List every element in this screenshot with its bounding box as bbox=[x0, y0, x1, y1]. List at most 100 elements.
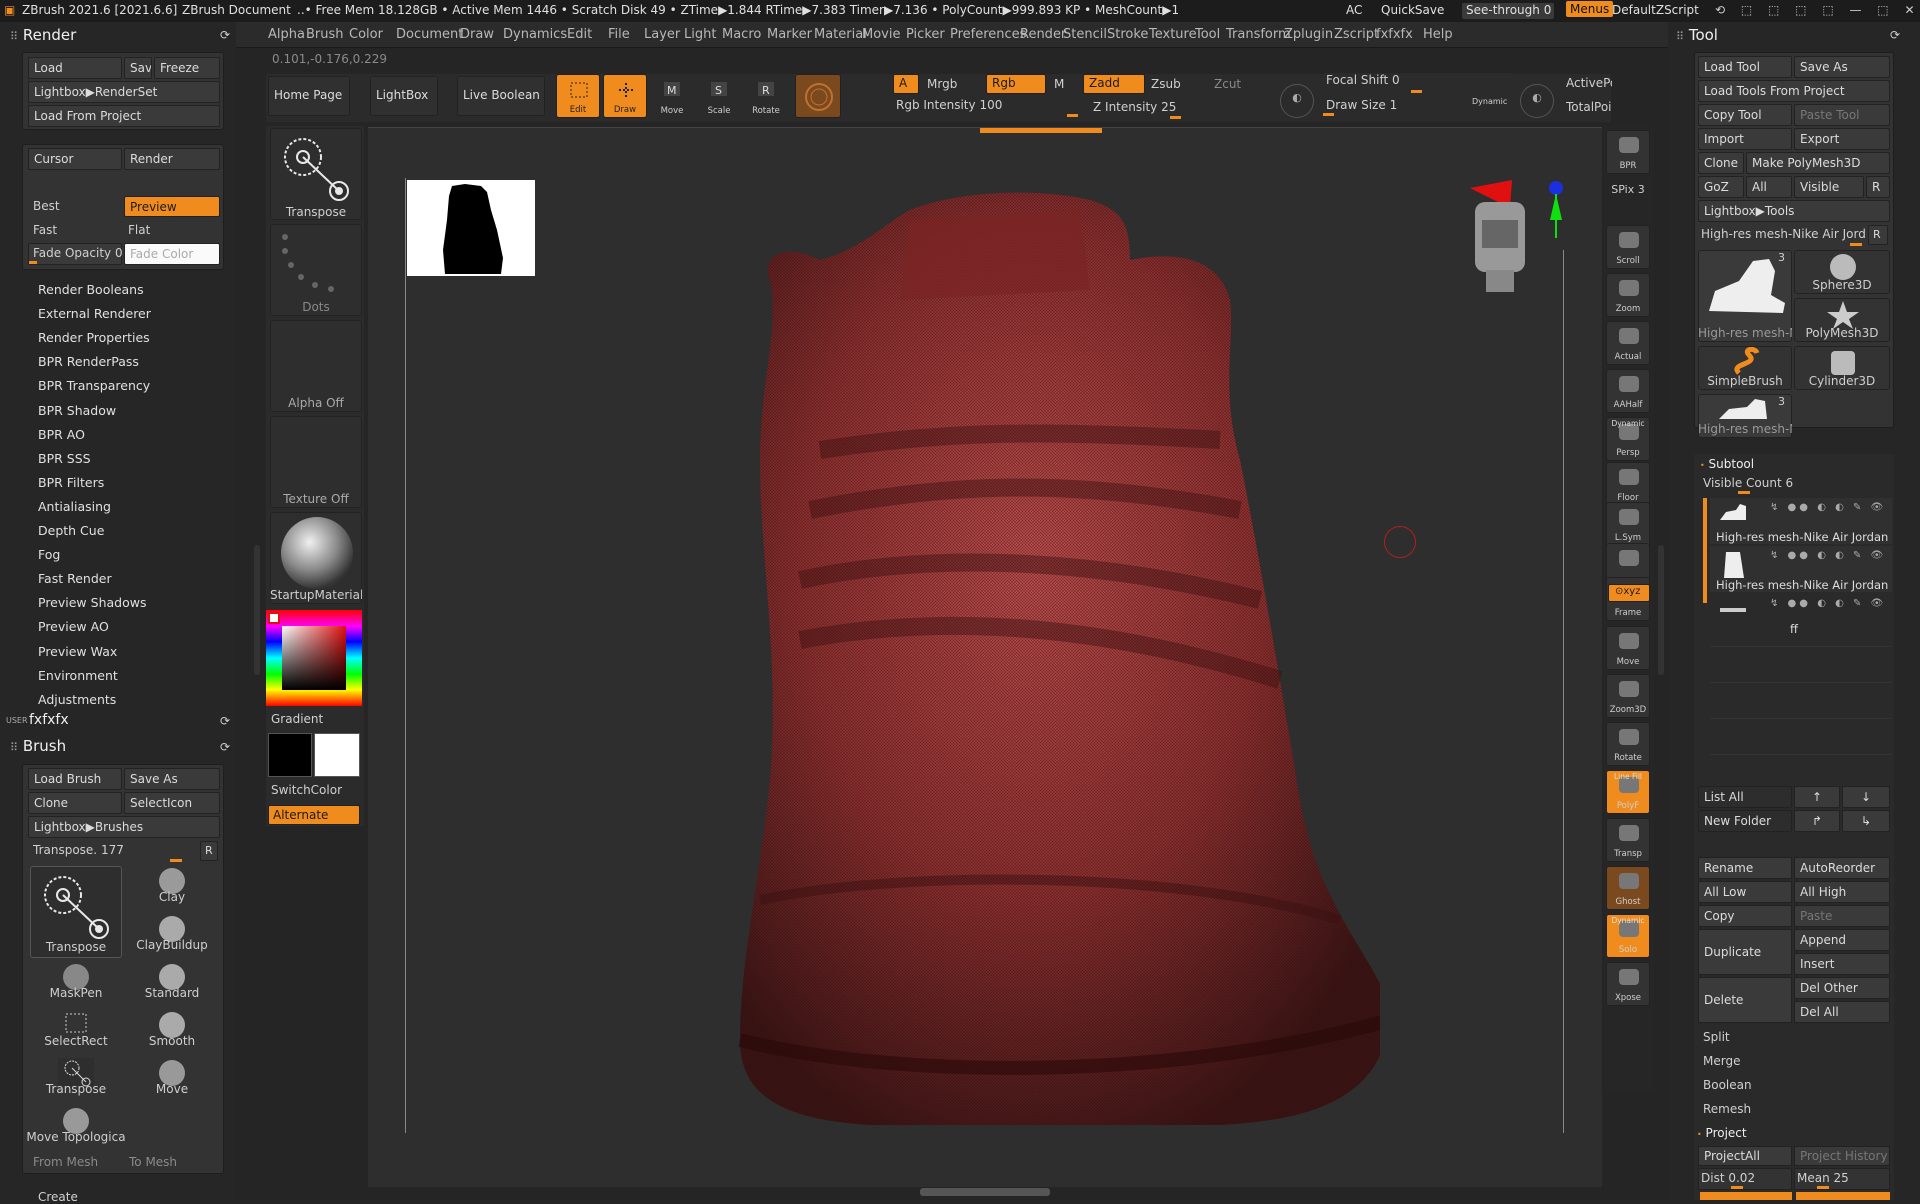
shelf-zoom3d-button[interactable]: Zoom3D bbox=[1606, 674, 1650, 718]
shelf-actual-button[interactable]: Actual bbox=[1606, 321, 1650, 365]
subtool-empty-slot[interactable] bbox=[1710, 646, 1892, 678]
preview-mode-button[interactable]: Preview bbox=[124, 196, 220, 217]
brush-clone-button[interactable]: Clone bbox=[28, 792, 122, 814]
tool-r-button[interactable]: R bbox=[1868, 225, 1888, 245]
boolean-subpalette[interactable]: Boolean bbox=[1703, 1078, 1752, 1092]
default-zscript[interactable]: DefaultZScript bbox=[1612, 3, 1699, 17]
all-low-button[interactable]: All Low bbox=[1698, 881, 1792, 903]
cursor-button[interactable]: Cursor bbox=[28, 148, 122, 170]
render-item-bpr-shadow[interactable]: BPR Shadow bbox=[38, 403, 116, 418]
to-mesh-button[interactable]: To Mesh bbox=[129, 1155, 177, 1169]
s-lazy-mouse-icon[interactable]: ◐ bbox=[1280, 84, 1314, 118]
render-item-depth-cue[interactable]: Depth Cue bbox=[38, 523, 104, 538]
menus-toggle[interactable]: Menus bbox=[1566, 1, 1614, 17]
menu-light[interactable]: Light bbox=[684, 27, 716, 42]
goz-r-button[interactable]: R bbox=[1866, 176, 1890, 198]
ac-button[interactable]: AC bbox=[1346, 3, 1362, 17]
move-mode-button[interactable]: M Move bbox=[650, 74, 694, 118]
quicksave-button[interactable]: QuickSave bbox=[1381, 3, 1444, 17]
shelf-polyf-button[interactable]: Line Fill PolyF bbox=[1606, 770, 1650, 814]
flat-mode[interactable]: Flat bbox=[128, 223, 150, 237]
render-item-environment[interactable]: Environment bbox=[38, 668, 118, 683]
move-folder-in-icon[interactable]: ↱ bbox=[1794, 810, 1840, 832]
copy-tool-button[interactable]: Copy Tool bbox=[1698, 104, 1792, 126]
tool-lightbox-button[interactable]: Lightbox▶Tools bbox=[1698, 200, 1890, 222]
render-item-bpr-filters[interactable]: BPR Filters bbox=[38, 475, 104, 490]
goz-all-button[interactable]: All bbox=[1746, 176, 1792, 198]
render-save-button[interactable]: Save bbox=[124, 57, 152, 79]
zadd-toggle[interactable]: Zadd bbox=[1083, 74, 1145, 94]
move-up-arrow-icon[interactable]: ↑ bbox=[1794, 786, 1840, 808]
gradient-label[interactable]: Gradient bbox=[271, 712, 323, 726]
shelf-rotate-button[interactable]: Rotate bbox=[1606, 722, 1650, 766]
edit-mode-button[interactable]: Edit bbox=[556, 74, 600, 118]
brush-lightbox-button[interactable]: Lightbox▶Brushes bbox=[28, 816, 220, 838]
render-freeze-button[interactable]: Freeze bbox=[154, 57, 220, 79]
export-button[interactable]: Export bbox=[1794, 128, 1890, 150]
menu-dynamics[interactable]: Dynamics bbox=[503, 27, 567, 42]
tool-save-as-button[interactable]: Save As bbox=[1794, 56, 1890, 78]
split-subpalette[interactable]: Split bbox=[1703, 1030, 1730, 1044]
menu-draw[interactable]: Draw bbox=[460, 27, 494, 42]
render-item-preview-shadows[interactable]: Preview Shadows bbox=[38, 595, 146, 610]
rgb-toggle[interactable]: Rgb bbox=[986, 74, 1046, 94]
menu-preferences[interactable]: Preferences bbox=[950, 27, 1026, 42]
shelf-aahalf-button[interactable]: AAHalf bbox=[1606, 369, 1650, 413]
render-item-adjustments[interactable]: Adjustments bbox=[38, 692, 116, 707]
menu-picker[interactable]: Picker bbox=[906, 27, 945, 42]
draw-mode-button[interactable]: Draw bbox=[603, 74, 647, 118]
user-palette-title[interactable]: fxfxfx bbox=[29, 712, 69, 728]
menu-render[interactable]: Render bbox=[1020, 27, 1066, 42]
navigator-thumbnail[interactable] bbox=[407, 180, 535, 276]
menu-layer[interactable]: Layer bbox=[644, 27, 680, 42]
menu-texture[interactable]: Texture bbox=[1149, 27, 1197, 42]
del-all-button[interactable]: Del All bbox=[1794, 1001, 1890, 1023]
a-toggle[interactable]: A bbox=[893, 74, 919, 94]
shelf-xpose-button[interactable]: Xpose bbox=[1606, 962, 1650, 1006]
menu-help[interactable]: Help bbox=[1423, 27, 1453, 42]
fade-color-swatch[interactable]: Fade Color bbox=[124, 243, 220, 265]
rotate-mode-button[interactable]: R Rotate bbox=[744, 74, 788, 118]
subtool-row[interactable]: ↯ ●● ◐ ◐ ✎ 👁 High-res mesh-Nike Air Jorda… bbox=[1710, 546, 1892, 592]
project-all-button[interactable]: ProjectAll bbox=[1698, 1146, 1792, 1166]
del-other-button[interactable]: Del Other bbox=[1794, 977, 1890, 999]
menu-material[interactable]: Material bbox=[814, 27, 867, 42]
from-mesh-button[interactable]: From Mesh bbox=[33, 1155, 98, 1169]
shelf-l-sym-button[interactable]: L.Sym bbox=[1606, 502, 1650, 546]
render-button[interactable]: Render bbox=[124, 148, 220, 170]
dynamic-toggle[interactable]: Dynamic bbox=[1472, 97, 1507, 106]
switch-color-button[interactable]: SwitchColor bbox=[271, 783, 342, 797]
render-load-button[interactable]: Load bbox=[28, 57, 122, 79]
see-through-slider[interactable]: See-through 0 bbox=[1462, 3, 1554, 19]
sneaker-3d-model[interactable] bbox=[700, 180, 1380, 1130]
shelf-transp-button[interactable]: Transp bbox=[1606, 818, 1650, 862]
d-icon[interactable]: ◐ bbox=[1520, 84, 1554, 118]
render-lightbox-button[interactable]: Lightbox▶RenderSet bbox=[28, 81, 220, 103]
list-all-button[interactable]: List All bbox=[1698, 786, 1792, 808]
import-button[interactable]: Import bbox=[1698, 128, 1792, 150]
mrgb-toggle[interactable]: Mrgb bbox=[927, 77, 957, 91]
secondary-color-swatch[interactable] bbox=[268, 733, 312, 777]
select-icon-button[interactable]: SelectIcon bbox=[124, 792, 220, 814]
menu-tool[interactable]: Tool bbox=[1195, 27, 1220, 42]
render-item-antialiasing[interactable]: Antialiasing bbox=[38, 499, 111, 514]
render-item-render-properties[interactable]: Render Properties bbox=[38, 330, 150, 345]
live-boolean-button[interactable]: Live Boolean bbox=[457, 76, 545, 116]
menu-edit[interactable]: Edit bbox=[567, 27, 592, 42]
render-item-fast-render[interactable]: Fast Render bbox=[38, 571, 112, 586]
render-item-bpr-renderpass[interactable]: BPR RenderPass bbox=[38, 354, 139, 369]
menu-macro[interactable]: Macro bbox=[722, 27, 761, 42]
xyz-symmetry-toggle[interactable]: ⊙xyz bbox=[1608, 584, 1650, 602]
menu-fxfxfx[interactable]: fxfxfx bbox=[1376, 27, 1413, 42]
alternate-toggle[interactable]: Alternate bbox=[268, 805, 360, 825]
material-button[interactable] bbox=[795, 74, 841, 118]
tool-clone-button[interactable]: Clone bbox=[1698, 152, 1744, 174]
duplicate-button[interactable]: Duplicate bbox=[1698, 929, 1792, 975]
menu-color[interactable]: Color bbox=[349, 27, 383, 42]
all-high-button[interactable]: All High bbox=[1794, 881, 1890, 903]
new-folder-button[interactable]: New Folder bbox=[1698, 810, 1792, 832]
shelf-ghost-button[interactable]: Ghost bbox=[1606, 866, 1650, 910]
brush-save-as-button[interactable]: Save As bbox=[124, 768, 220, 790]
merge-subpalette[interactable]: Merge bbox=[1703, 1054, 1740, 1068]
load-tools-from-project-button[interactable]: Load Tools From Project bbox=[1698, 80, 1890, 102]
